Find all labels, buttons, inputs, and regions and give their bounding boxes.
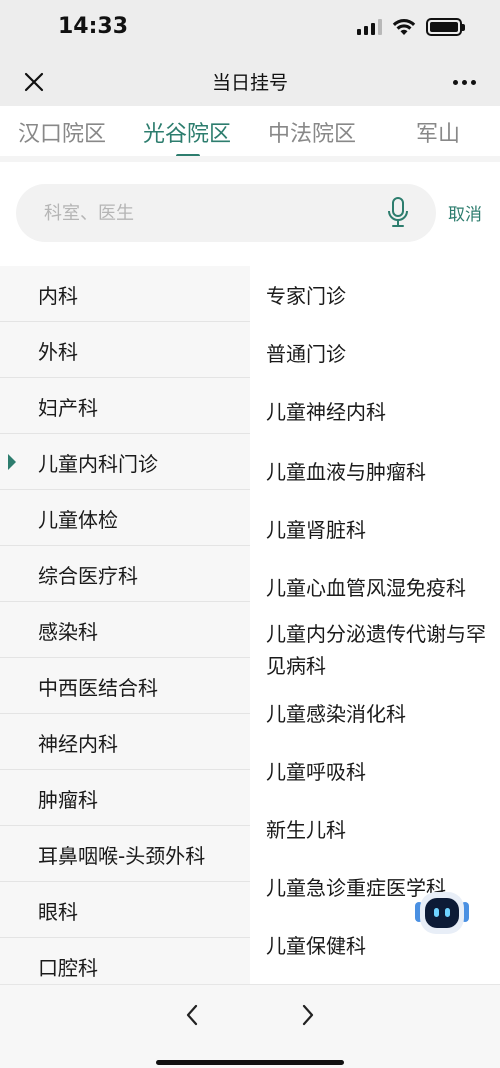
forward-button[interactable] [294, 1001, 322, 1029]
department-item[interactable]: 耳鼻咽喉-头颈外科 [0, 826, 250, 882]
department-item[interactable]: 肿瘤科 [0, 770, 250, 826]
tab-hankou[interactable]: 汉口院区 [18, 116, 106, 148]
sub-department-item[interactable]: 儿童呼吸科 [266, 756, 498, 788]
sub-department-item[interactable]: 儿童内分泌遗传代谢与罕见病科 [266, 618, 498, 682]
department-item[interactable]: 中西医结合科 [0, 658, 250, 714]
search-row: 取消 [0, 168, 500, 256]
department-item[interactable]: 感染科 [0, 602, 250, 658]
microphone-icon[interactable] [386, 197, 410, 229]
cellular-signal-icon [357, 19, 382, 35]
chevron-left-icon [186, 1004, 198, 1026]
robot-assistant-icon [415, 892, 469, 934]
search-box [16, 184, 436, 242]
assistant-button[interactable] [414, 888, 470, 940]
status-icons [357, 18, 465, 36]
department-item-selected[interactable]: 儿童内科门诊 [0, 434, 250, 490]
campus-tabs: 汉口院区 光谷院区 中法院区 军山 [0, 106, 500, 162]
chevron-right-icon [302, 1004, 314, 1026]
active-tab-indicator [176, 154, 200, 156]
tab-zhongfa[interactable]: 中法院区 [268, 116, 356, 148]
page-title: 当日挂号 [211, 72, 288, 94]
close-icon [24, 72, 44, 92]
department-item[interactable]: 内科 [0, 266, 250, 322]
department-item[interactable]: 神经内科 [0, 714, 250, 770]
wifi-icon [392, 19, 416, 35]
department-item[interactable]: 综合医疗科 [0, 546, 250, 602]
sub-department-item[interactable]: 儿童血液与肿瘤科 [266, 456, 498, 488]
department-item[interactable]: 妇产科 [0, 378, 250, 434]
close-button[interactable] [18, 66, 50, 98]
search-input[interactable] [44, 184, 364, 242]
cancel-button[interactable]: 取消 [448, 200, 482, 225]
sub-department-item[interactable]: 儿童神经内科 [266, 396, 498, 428]
more-button[interactable] [446, 66, 482, 98]
tab-junshan[interactable]: 军山 [416, 116, 460, 148]
battery-icon [426, 18, 465, 36]
tab-guanggu[interactable]: 光谷院区 [143, 116, 231, 148]
bottom-toolbar [0, 984, 500, 1068]
department-item[interactable]: 眼科 [0, 882, 250, 938]
sub-department-item[interactable]: 儿童心血管风湿免疫科 [266, 572, 498, 604]
sub-department-item[interactable]: 儿童肾脏科 [266, 514, 498, 546]
department-item[interactable]: 外科 [0, 322, 250, 378]
sub-department-list: 专家门诊 普通门诊 儿童神经内科 儿童血液与肿瘤科 儿童肾脏科 儿童心血管风湿免… [250, 266, 500, 984]
sub-department-item[interactable]: 普通门诊 [266, 338, 498, 370]
department-list: 内科 外科 妇产科 儿童内科门诊 儿童体检 综合医疗科 感染科 中西医结合科 神… [0, 266, 250, 984]
selected-marker-icon [8, 454, 16, 470]
more-dots-icon [452, 79, 458, 85]
home-indicator [156, 1060, 344, 1065]
sub-department-item[interactable]: 专家门诊 [266, 280, 498, 312]
sub-department-item[interactable]: 新生儿科 [266, 814, 498, 846]
department-item[interactable]: 儿童体检 [0, 490, 250, 546]
nav-bar: 当日挂号 [0, 58, 500, 106]
sub-department-item[interactable]: 儿童感染消化科 [266, 698, 498, 730]
back-button[interactable] [178, 1001, 206, 1029]
status-time: 14:33 [58, 14, 129, 39]
status-bar: 14:33 [0, 0, 500, 58]
department-item[interactable]: 口腔科 [0, 938, 250, 984]
